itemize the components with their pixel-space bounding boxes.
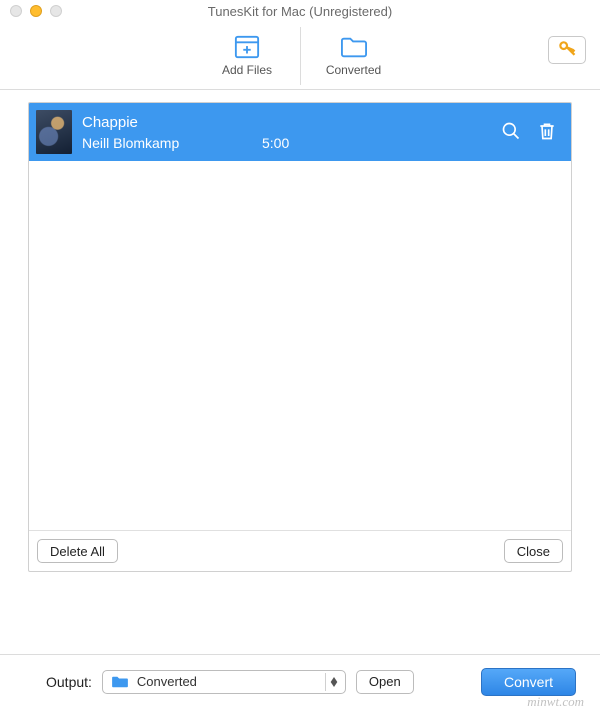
search-icon[interactable]	[501, 121, 521, 144]
folder-icon	[339, 34, 369, 60]
window-title: TunesKit for Mac (Unregistered)	[0, 4, 600, 19]
add-files-button[interactable]: Add Files	[194, 27, 300, 85]
delete-all-button[interactable]: Delete All	[37, 539, 118, 563]
toolbar: Add Files Converted	[0, 22, 600, 90]
thumbnail	[36, 110, 72, 154]
titlebar: TunesKit for Mac (Unregistered)	[0, 0, 600, 22]
output-label: Output:	[46, 674, 92, 690]
output-folder-value: Converted	[137, 674, 317, 689]
item-title: Chappie	[82, 114, 491, 131]
trash-icon[interactable]	[537, 121, 557, 144]
key-icon	[557, 39, 577, 62]
toolbar-group: Add Files Converted	[194, 27, 406, 85]
item-author: Neill Blomkamp	[82, 135, 262, 151]
file-panel: Chappie Neill Blomkamp 5:00	[28, 102, 572, 572]
open-folder-button[interactable]: Open	[356, 670, 414, 694]
converted-button[interactable]: Converted	[300, 27, 406, 85]
add-files-icon	[232, 34, 262, 60]
item-duration: 5:00	[262, 135, 289, 151]
register-key-button[interactable]	[548, 36, 586, 64]
converted-label: Converted	[326, 63, 381, 77]
bottom-bar: Output: Converted Open Convert minwt.com	[0, 654, 600, 708]
convert-button[interactable]: Convert	[481, 668, 576, 696]
item-actions	[501, 121, 557, 144]
add-files-label: Add Files	[222, 63, 272, 77]
list-item-text: Chappie Neill Blomkamp 5:00	[82, 114, 491, 151]
folder-icon	[111, 675, 129, 689]
list-item[interactable]: Chappie Neill Blomkamp 5:00	[29, 103, 571, 161]
main-area: Chappie Neill Blomkamp 5:00	[0, 90, 600, 654]
stepper-icon	[325, 673, 339, 691]
close-panel-button[interactable]: Close	[504, 539, 563, 563]
file-list: Chappie Neill Blomkamp 5:00	[29, 103, 571, 530]
output-folder-select[interactable]: Converted	[102, 670, 346, 694]
panel-footer: Delete All Close	[29, 530, 571, 571]
